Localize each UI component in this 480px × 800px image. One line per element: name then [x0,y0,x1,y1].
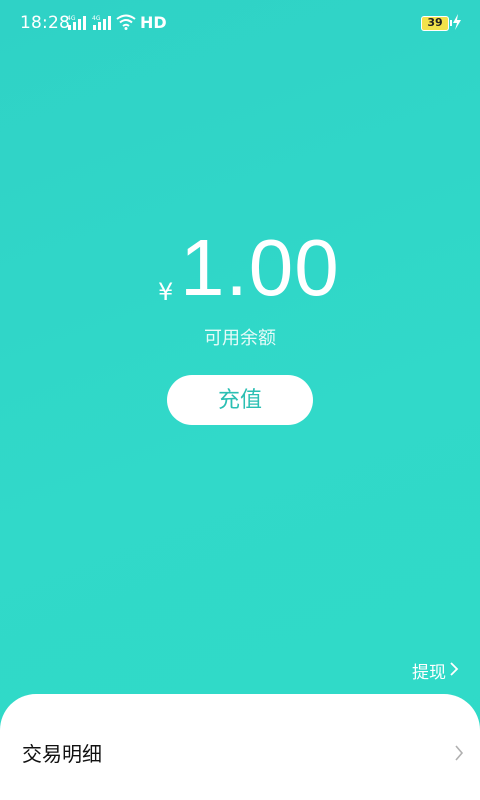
transactions-row[interactable]: 交易明细 [0,730,480,776]
wallet-screen: 18:28 4G 4G HD 39 ¥ 1.00 可用余额 充值 提现 交易明细 [0,0,480,800]
hd-label: HD [140,13,167,32]
battery-icon: 39 [421,16,452,31]
transactions-title: 交易明细 [22,742,102,766]
network-type-label: 4G [92,15,101,22]
wifi-icon [116,14,136,30]
transactions-card: 交易明细 [0,694,480,800]
status-time: 18:28 [20,13,70,33]
status-bar: 18:28 4G 4G HD 39 [0,0,480,46]
balance-label: 可用余额 [204,328,276,349]
currency-symbol: ¥ [158,278,174,306]
network-type-label: 4G [67,15,76,22]
withdraw-link[interactable]: 提现 [412,658,446,683]
charging-icon [453,14,461,30]
chevron-right-icon [455,745,464,761]
recharge-button[interactable]: 充值 [167,375,313,425]
signal-icon: 4G [92,15,111,30]
balance-amount: 1.00 [180,223,340,312]
chevron-right-icon[interactable] [449,662,459,676]
signal-icon: 4G [67,15,86,30]
